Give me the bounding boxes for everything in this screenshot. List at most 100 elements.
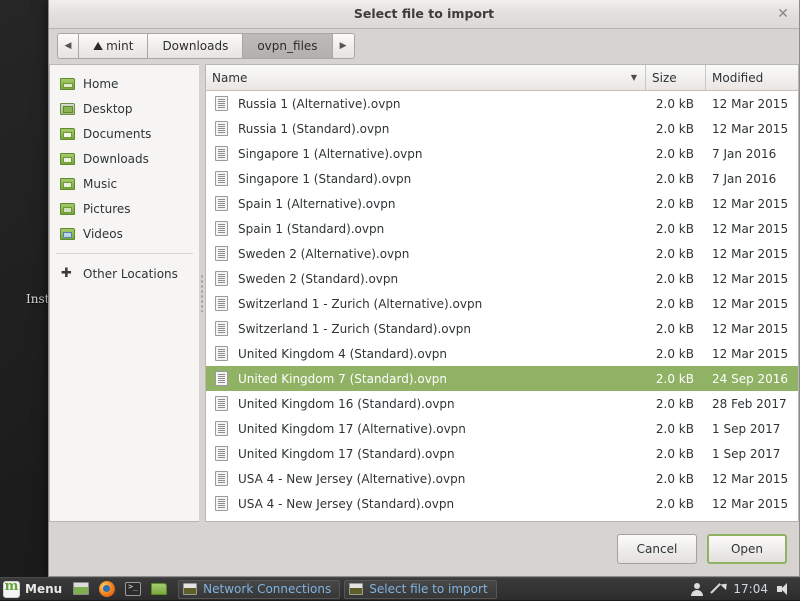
document-icon	[215, 221, 228, 236]
dialog-titlebar: Select file to import ✕	[49, 0, 799, 29]
table-row[interactable]: USA 4 - New Jersey (Alternative).ovpn 2.0…	[206, 466, 798, 491]
file-size-cell: 2.0 kB	[646, 472, 706, 486]
sidebar-divider	[56, 253, 193, 254]
update-manager-icon[interactable]	[709, 581, 726, 598]
desktop-icon-label: Inst	[26, 292, 49, 306]
user-icon[interactable]	[688, 581, 705, 598]
table-row[interactable]: Switzerland 1 - Zurich (Alternative).ovp…	[206, 291, 798, 316]
sidebar-item-music[interactable]: Music	[50, 171, 199, 196]
home-icon: ⛰	[93, 40, 103, 52]
file-name-cell: United Kingdom 7 (Standard).ovpn	[206, 371, 646, 386]
breadcrumb-mint[interactable]: ⛰mint	[79, 33, 148, 59]
clock[interactable]: 17:04	[733, 582, 768, 596]
file-modified-cell: 12 Mar 2015	[706, 297, 798, 311]
file-name-label: USA 4 - New Jersey (Alternative).ovpn	[238, 472, 465, 486]
volume-icon[interactable]	[775, 581, 792, 598]
path-forward-icon[interactable]: ▶	[333, 33, 355, 59]
file-name-label: United Kingdom 17 (Alternative).ovpn	[238, 422, 466, 436]
file-name-cell: Spain 1 (Alternative).ovpn	[206, 196, 646, 211]
sidebar-item-label: Other Locations	[83, 267, 178, 281]
close-icon[interactable]: ✕	[775, 6, 791, 22]
file-name-cell: Switzerland 1 - Zurich (Standard).ovpn	[206, 321, 646, 336]
file-modified-cell: 12 Mar 2015	[706, 197, 798, 211]
file-manager-icon[interactable]	[149, 580, 169, 598]
file-name-cell: Singapore 1 (Alternative).ovpn	[206, 146, 646, 161]
sidebar-item-downloads[interactable]: Downloads	[50, 146, 199, 171]
file-size-cell: 2.0 kB	[646, 222, 706, 236]
table-row[interactable]: United Kingdom 4 (Standard).ovpn2.0 kB12…	[206, 341, 798, 366]
table-row[interactable]: Russia 1 (Alternative).ovpn2.0 kB12 Mar …	[206, 91, 798, 116]
sidebar-item-label: Pictures	[83, 202, 131, 216]
table-row[interactable]: Russia 1 (Standard).ovpn2.0 kB12 Mar 201…	[206, 116, 798, 141]
firefox-icon[interactable]	[97, 580, 117, 598]
table-row[interactable]: Sweden 2 (Standard).ovpn2.0 kB12 Mar 201…	[206, 266, 798, 291]
file-name-label: Spain 1 (Standard).ovpn	[238, 222, 384, 236]
table-row[interactable]: Spain 1 (Alternative).ovpn 2.0 kB12 Mar 2…	[206, 191, 798, 216]
table-row[interactable]: United Kingdom 17 (Standard).ovpn2.0 kB1…	[206, 441, 798, 466]
file-modified-cell: 1 Sep 2017	[706, 447, 798, 461]
sidebar-item-documents[interactable]: Documents	[50, 121, 199, 146]
file-name-cell: Switzerland 1 - Zurich (Alternative).ovp…	[206, 296, 646, 311]
sidebar-item-label: Documents	[83, 127, 151, 141]
file-modified-cell: 12 Mar 2015	[706, 347, 798, 361]
file-size-cell: 2.0 kB	[646, 297, 706, 311]
file-size-cell: 2.0 kB	[646, 272, 706, 286]
path-back-icon[interactable]: ◀	[57, 33, 79, 59]
home-folder-icon	[59, 76, 76, 91]
task-select-file-to-import[interactable]: Select file to import	[344, 580, 496, 599]
column-header-name[interactable]: Name ▼	[206, 65, 646, 90]
column-header-label: Name	[212, 71, 247, 85]
sidebar-item-label: Music	[83, 177, 117, 191]
sidebar-item-label: Videos	[83, 227, 123, 241]
table-row[interactable]: Singapore 1 (Alternative).ovpn2.0 kB7 Ja…	[206, 141, 798, 166]
file-name-cell: United Kingdom 4 (Standard).ovpn	[206, 346, 646, 361]
table-row[interactable]: United Kingdom 16 (Standard).ovpn2.0 kB2…	[206, 391, 798, 416]
window-icon	[349, 583, 363, 595]
column-header-modified[interactable]: Modified	[706, 65, 798, 90]
breadcrumb-ovpn-files[interactable]: ovpn_files	[243, 33, 332, 59]
sidebar-item-pictures[interactable]: Pictures	[50, 196, 199, 221]
music-folder-icon	[59, 176, 76, 191]
file-name-cell: Singapore 1 (Standard).ovpn	[206, 171, 646, 186]
table-row[interactable]: United Kingdom 17 (Alternative).ovpn2.0 …	[206, 416, 798, 441]
sidebar-item-desktop[interactable]: Desktop	[50, 96, 199, 121]
file-size-cell: 2.0 kB	[646, 197, 706, 211]
document-icon	[215, 346, 228, 361]
sidebar-item-home[interactable]: Home	[50, 71, 199, 96]
document-icon	[215, 296, 228, 311]
table-row[interactable]: USA 4 - New Jersey (Standard).ovpn2.0 kB…	[206, 491, 798, 516]
document-icon	[215, 396, 228, 411]
file-list-header: Name ▼ Size Modified	[206, 65, 798, 91]
breadcrumb-downloads[interactable]: Downloads	[148, 33, 243, 59]
table-row[interactable]: Sweden 2 (Alternative).ovpn2.0 kB12 Mar …	[206, 241, 798, 266]
sidebar-item-videos[interactable]: Videos	[50, 221, 199, 246]
sidebar-item-other-locations[interactable]: ✚ Other Locations	[50, 261, 199, 286]
plus-icon: ✚	[59, 266, 76, 281]
pane-resize-handle[interactable]	[199, 64, 205, 522]
downloads-folder-icon	[59, 151, 76, 166]
file-modified-cell: 28 Feb 2017	[706, 397, 798, 411]
column-header-size[interactable]: Size	[646, 65, 706, 90]
table-row[interactable]: Switzerland 1 - Zurich (Standard).ovpn2.…	[206, 316, 798, 341]
document-icon	[215, 496, 228, 511]
task-network-connections[interactable]: Network Connections	[178, 580, 340, 599]
document-icon	[215, 246, 228, 261]
file-modified-cell: 1 Sep 2017	[706, 422, 798, 436]
show-desktop-icon[interactable]	[71, 580, 91, 598]
open-button[interactable]: Open	[707, 534, 787, 564]
cancel-button[interactable]: Cancel	[617, 534, 697, 564]
file-size-cell: 2.0 kB	[646, 397, 706, 411]
file-modified-cell: 12 Mar 2015	[706, 222, 798, 236]
dialog-title: Select file to import	[49, 0, 799, 28]
menu-button-label: Menu	[25, 582, 62, 596]
file-name-label: USA 4 - New Jersey (Standard).ovpn	[238, 497, 454, 511]
file-name-cell: United Kingdom 17 (Standard).ovpn	[206, 446, 646, 461]
document-icon	[215, 96, 228, 111]
table-row[interactable]: Singapore 1 (Standard).ovpn2.0 kB7 Jan 2…	[206, 166, 798, 191]
menu-button[interactable]: Menu	[0, 578, 68, 601]
terminal-icon[interactable]	[123, 580, 143, 598]
table-row[interactable]: Spain 1 (Standard).ovpn 2.0 kB12 Mar 2015	[206, 216, 798, 241]
breadcrumb-label: mint	[106, 34, 133, 58]
file-name-label: Spain 1 (Alternative).ovpn	[238, 197, 395, 211]
table-row[interactable]: United Kingdom 7 (Standard).ovpn2.0 kB24…	[206, 366, 798, 391]
